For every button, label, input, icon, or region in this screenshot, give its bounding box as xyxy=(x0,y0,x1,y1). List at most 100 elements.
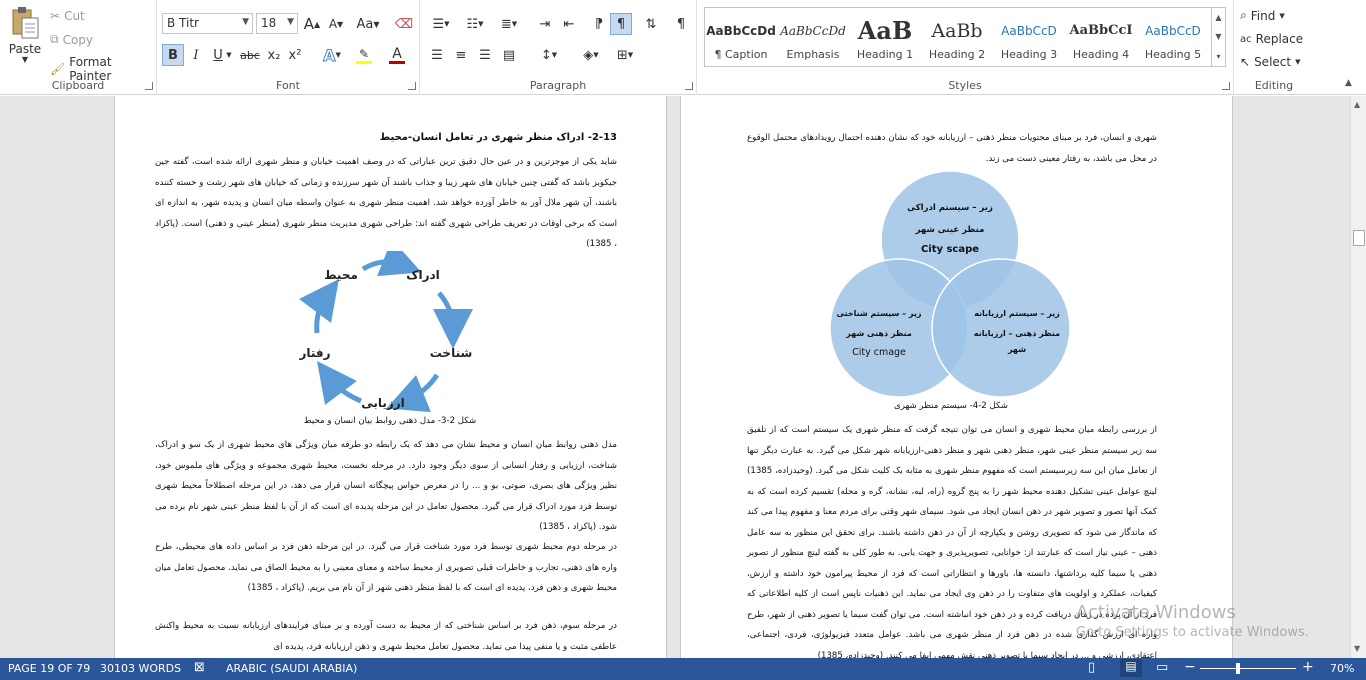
collapse-ribbon-icon[interactable]: ▲ xyxy=(1345,78,1352,88)
language-indicator[interactable]: ARABIC (SAUDI ARABIA) xyxy=(226,662,357,675)
paste-icon xyxy=(12,7,39,39)
shrink-arrow-icon: ▼ xyxy=(337,19,344,29)
zoom-slider[interactable] xyxy=(1200,663,1296,674)
style-preview: AaBbCcDd xyxy=(706,23,776,38)
font-name-value: B Titr xyxy=(167,16,199,30)
venn-label: زیر – سیستم ادراکی xyxy=(907,203,993,213)
gallery-up-icon[interactable]: ▲ xyxy=(1215,13,1221,22)
line-spacing-button[interactable]: ↕ ▼ xyxy=(534,44,564,66)
cycle-label-perception: ادراک xyxy=(406,268,440,282)
section-heading: 2-13- ادراک منظر شهری در تعامل انسان-محی… xyxy=(379,132,617,143)
subscript-icon: x₂ xyxy=(267,47,281,63)
page-right[interactable]: شهری و انسان، فرد بر مبنای محتویات منظر … xyxy=(680,96,1233,658)
highlight-button[interactable]: ✎ xyxy=(349,44,379,66)
numbering-button[interactable]: ☷ ▼ xyxy=(460,13,490,35)
style-caption[interactable]: AaBbCcDd ¶ Caption xyxy=(705,8,777,66)
borders-button[interactable]: ⊞ ▼ xyxy=(610,44,640,66)
align-right-button[interactable]: ☰ xyxy=(474,44,496,66)
superscript-button[interactable]: x² xyxy=(284,44,306,66)
cycle-label-evaluation: ارزیابی xyxy=(361,396,405,410)
styles-gallery-scroll[interactable]: ▲ ▼ ▾ xyxy=(1212,7,1226,67)
page-left[interactable]: 2-13- ادراک منظر شهری در تعامل انسان-محی… xyxy=(114,96,667,658)
cycle-arrow xyxy=(386,373,440,413)
clipboard-launcher-icon[interactable] xyxy=(145,82,153,90)
decrease-indent-button[interactable]: ⇤ xyxy=(558,13,580,35)
align-left-button[interactable]: ☰ xyxy=(426,44,448,66)
paste-button[interactable]: Paste ▼ xyxy=(7,6,43,64)
justify-icon: ▤ xyxy=(502,47,516,63)
copy-icon: ⧉ xyxy=(50,32,59,46)
style-heading-5[interactable]: AaBbCcD Heading 5 xyxy=(1137,8,1209,66)
clear-formatting-button[interactable]: ⌫ xyxy=(393,13,415,35)
italic-button[interactable]: I xyxy=(185,44,207,66)
change-case-icon: Aa xyxy=(356,16,374,32)
font-launcher-icon[interactable] xyxy=(408,82,416,90)
vertical-scrollbar[interactable]: ▲ ▼ xyxy=(1350,96,1366,658)
find-button[interactable]: ⌕ Find ▼ xyxy=(1240,8,1285,23)
copy-button[interactable]: ⧉ Copy xyxy=(50,32,93,47)
underline-dropdown[interactable]: ▼ xyxy=(224,44,234,66)
editing-group: ⌕ Find ▼ ac Replace ↖ Select ▼ Editing xyxy=(1234,0,1314,95)
font-color-icon: A xyxy=(392,45,402,62)
select-button[interactable]: ↖ Select ▼ xyxy=(1240,55,1300,69)
style-heading-2[interactable]: AaBb Heading 2 xyxy=(921,8,993,66)
paste-label: Paste xyxy=(8,42,42,56)
line-spacing-icon: ↕ xyxy=(540,47,552,63)
highlight-color-bar xyxy=(356,60,372,64)
style-heading-3[interactable]: AaBbCcD Heading 3 xyxy=(993,8,1065,66)
bullets-button[interactable]: ☰ ▼ xyxy=(426,13,456,35)
rtl-button[interactable]: ¶ xyxy=(610,13,632,35)
font-name-select[interactable]: B Titr ▼ xyxy=(162,13,253,34)
zoom-slider-thumb[interactable] xyxy=(1236,663,1240,674)
style-heading-1[interactable]: AaB Heading 1 xyxy=(849,8,921,66)
gallery-more-icon[interactable]: ▾ xyxy=(1216,52,1220,61)
style-preview: AaBbCcDd xyxy=(780,23,846,38)
ltr-button[interactable]: ⁋ xyxy=(588,13,610,35)
shading-button[interactable]: ◈ ▼ xyxy=(576,44,606,66)
sort-button[interactable]: ⇅ xyxy=(640,13,662,35)
zoom-in-icon[interactable]: + xyxy=(1302,659,1314,675)
font-color-button[interactable]: A xyxy=(382,44,412,66)
style-emphasis[interactable]: AaBbCcDd Emphasis xyxy=(777,8,849,66)
text-effects-icon: A xyxy=(323,45,336,65)
gallery-down-icon[interactable]: ▼ xyxy=(1215,32,1221,41)
font-size-dropdown-icon: ▼ xyxy=(287,17,294,27)
multilevel-list-button[interactable]: ≣ ▼ xyxy=(494,13,524,35)
print-layout-icon[interactable]: ▤ xyxy=(1120,659,1142,677)
scroll-down-icon[interactable]: ▼ xyxy=(1354,644,1360,653)
scroll-up-icon[interactable]: ▲ xyxy=(1354,100,1360,109)
styles-launcher-icon[interactable] xyxy=(1222,82,1230,90)
subscript-button[interactable]: x₂ xyxy=(263,44,285,66)
replace-button[interactable]: ac Replace xyxy=(1240,32,1303,46)
align-center-button[interactable]: ≡ xyxy=(450,44,472,66)
grow-font-button[interactable]: A ▲ xyxy=(301,13,323,35)
borders-dropdown-icon: ▼ xyxy=(627,51,634,59)
page-count[interactable]: PAGE 19 OF 79 xyxy=(8,662,90,675)
font-size-select[interactable]: 18 ▼ xyxy=(256,13,298,34)
proofing-icon[interactable]: ⊠ xyxy=(194,660,205,675)
zoom-level[interactable]: 70% xyxy=(1330,662,1354,675)
font-size-value: 18 xyxy=(261,16,277,30)
read-mode-icon[interactable]: ▯ xyxy=(1088,660,1095,675)
cut-button[interactable]: ✂ Cut xyxy=(50,9,85,23)
highlighter-icon: ✎ xyxy=(358,46,370,61)
shading-dropdown-icon: ▼ xyxy=(593,51,599,59)
styles-gallery: AaBbCcDd ¶ Caption AaBbCcDd Emphasis AaB… xyxy=(704,7,1212,67)
web-layout-icon[interactable]: ▭ xyxy=(1156,660,1168,675)
grow-font-icon: A xyxy=(303,15,315,33)
paragraph-launcher-icon[interactable] xyxy=(685,82,693,90)
increase-indent-button[interactable]: ⇥ xyxy=(534,13,556,35)
strikethrough-button[interactable]: abc xyxy=(237,44,263,66)
scroll-thumb[interactable] xyxy=(1353,230,1365,246)
justify-button[interactable]: ▤ xyxy=(498,44,520,66)
show-marks-button[interactable]: ¶ xyxy=(670,13,692,35)
paragraph: شهری و انسان، فرد بر مبنای محتویات منظر … xyxy=(747,133,1157,164)
word-count[interactable]: 30103 WORDS xyxy=(100,662,181,675)
text-effects-button[interactable]: A ▼ xyxy=(317,44,347,66)
style-heading-4[interactable]: AaBbCcI Heading 4 xyxy=(1065,8,1137,66)
cycle-label-environment: محیط xyxy=(324,268,358,282)
bold-button[interactable]: B xyxy=(162,44,184,66)
change-case-button[interactable]: Aa ▼ xyxy=(353,13,383,35)
shrink-font-button[interactable]: A ▼ xyxy=(325,13,347,35)
zoom-out-icon[interactable]: − xyxy=(1184,659,1196,675)
